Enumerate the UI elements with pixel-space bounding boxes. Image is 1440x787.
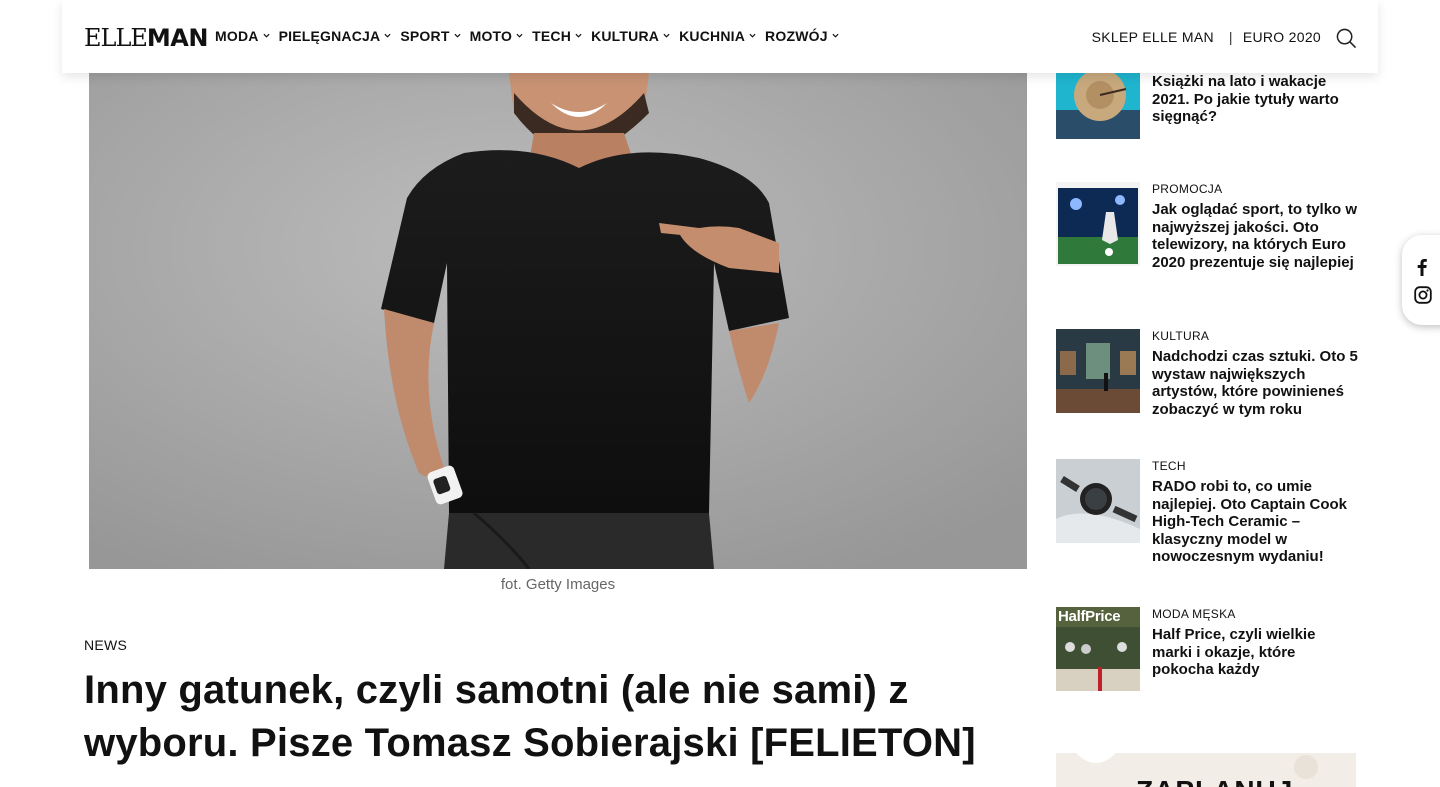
article-category[interactable]: NEWS xyxy=(84,637,127,653)
thumbnail-label: HalfPrice xyxy=(1058,608,1121,625)
sidebar-ad-banner[interactable]: ZAPLANUJ xyxy=(1056,753,1356,787)
sidebar-article-title[interactable]: Half Price, czyli wielkie marki i okazje… xyxy=(1152,626,1358,679)
nav-label: KUCHNIA xyxy=(679,28,746,44)
nav-label: TECH xyxy=(532,28,572,44)
sidebar-article-text: TECH RADO robi to, co umie najlepiej. Ot… xyxy=(1152,459,1358,566)
sidebar-article-category[interactable]: KULTURA xyxy=(1152,329,1358,343)
article-thumbnail[interactable] xyxy=(1056,329,1140,413)
nav-label: MODA xyxy=(215,28,259,44)
divider: | xyxy=(1228,29,1233,45)
article-thumbnail[interactable] xyxy=(1056,459,1140,543)
main-nav: MODA PIELĘGNACJA SPORT MOTO TECH KULTURA… xyxy=(215,28,848,44)
article-thumbnail[interactable]: HalfPrice xyxy=(1056,607,1140,691)
nav-label: SPORT xyxy=(400,28,450,44)
sidebar-article[interactable]: TECH RADO robi to, co umie najlepiej. Ot… xyxy=(1056,459,1356,569)
nav-item-moto[interactable]: MOTO xyxy=(470,28,524,44)
nav-label: ROZWÓJ xyxy=(765,28,828,44)
nav-item-rozwoj[interactable]: ROZWÓJ xyxy=(765,28,839,44)
chevron-down-icon xyxy=(663,33,670,38)
euro-2020-link[interactable]: EURO 2020 xyxy=(1243,29,1321,45)
sidebar-article-title[interactable]: Jak oglądać sport, to tylko w najwyższej… xyxy=(1152,201,1358,271)
hero-photo xyxy=(89,73,1027,569)
thumbnail-image xyxy=(1056,182,1140,266)
shop-link[interactable]: SKLEP ELLE MAN xyxy=(1092,29,1214,45)
thumbnail-image xyxy=(1056,329,1140,413)
chevron-down-icon xyxy=(832,33,839,38)
sidebar-article-category[interactable]: PROMOCJA xyxy=(1152,182,1358,196)
nav-item-sport[interactable]: SPORT xyxy=(400,28,461,44)
chevron-down-icon xyxy=(454,33,461,38)
chevron-down-icon xyxy=(516,33,523,38)
sidebar-article[interactable]: KULTURA Nadchodzi czas sztuki. Oto 5 wys… xyxy=(1056,329,1358,419)
sidebar-article[interactable]: PROMOCJA Jak oglądać sport, to tylko w n… xyxy=(1056,182,1358,292)
header-right-links: SKLEP ELLE MAN | EURO 2020 xyxy=(1092,29,1321,45)
sidebar-article-text: Książki na lato i wakacje 2021. Po jakie… xyxy=(1152,73,1358,126)
article-title: Inny gatunek, czyli samotni (ale nie sam… xyxy=(84,668,976,765)
chevron-down-icon xyxy=(575,33,582,38)
sidebar-article-text: MODA MĘSKA Half Price, czyli wielkie mar… xyxy=(1152,607,1358,679)
ad-headline: ZAPLANUJ xyxy=(1136,775,1293,787)
chevron-down-icon xyxy=(384,33,391,38)
nav-item-kultura[interactable]: KULTURA xyxy=(591,28,670,44)
sidebar-article-text: KULTURA Nadchodzi czas sztuki. Oto 5 wys… xyxy=(1152,329,1358,418)
article-hero-image xyxy=(89,73,1027,569)
instagram-icon[interactable] xyxy=(1414,286,1432,304)
search-icon[interactable] xyxy=(1336,28,1357,49)
nav-label: MOTO xyxy=(469,28,513,44)
sidebar-article[interactable]: HalfPrice MODA MĘSKA Half Price, czyli w… xyxy=(1056,607,1356,691)
facebook-icon[interactable] xyxy=(1414,258,1430,276)
nav-item-moda[interactable]: MODA xyxy=(215,28,270,44)
social-share-panel xyxy=(1402,235,1440,325)
chevron-down-icon xyxy=(263,33,270,38)
nav-item-tech[interactable]: TECH xyxy=(532,28,582,44)
sidebar-article-title[interactable]: Nadchodzi czas sztuki. Oto 5 wystaw najw… xyxy=(1152,348,1358,418)
site-logo[interactable]: ELLE MAN xyxy=(84,24,208,50)
nav-label: KULTURA xyxy=(591,28,660,44)
sidebar-article-text: PROMOCJA Jak oglądać sport, to tylko w n… xyxy=(1152,182,1358,271)
site-header: ELLE MAN MODA PIELĘGNACJA SPORT MOTO TEC… xyxy=(62,0,1378,73)
thumbnail-image xyxy=(1056,459,1140,543)
sidebar-article-title[interactable]: Książki na lato i wakacje 2021. Po jakie… xyxy=(1152,73,1358,126)
image-caption: fot. Getty Images xyxy=(500,576,616,593)
logo-man: MAN xyxy=(146,24,209,52)
sidebar-article-title[interactable]: RADO robi to, co umie najlepiej. Oto Cap… xyxy=(1152,478,1358,566)
logo-elle: ELLE xyxy=(84,24,148,52)
sidebar-article-category[interactable]: TECH xyxy=(1152,459,1358,473)
article-thumbnail[interactable] xyxy=(1056,182,1140,266)
nav-item-pielegnacja[interactable]: PIELĘGNACJA xyxy=(279,28,392,44)
nav-label: PIELĘGNACJA xyxy=(278,28,381,44)
sidebar-article-category[interactable]: MODA MĘSKA xyxy=(1152,607,1358,621)
nav-item-kuchnia[interactable]: KUCHNIA xyxy=(679,28,756,44)
chevron-down-icon xyxy=(749,33,756,38)
